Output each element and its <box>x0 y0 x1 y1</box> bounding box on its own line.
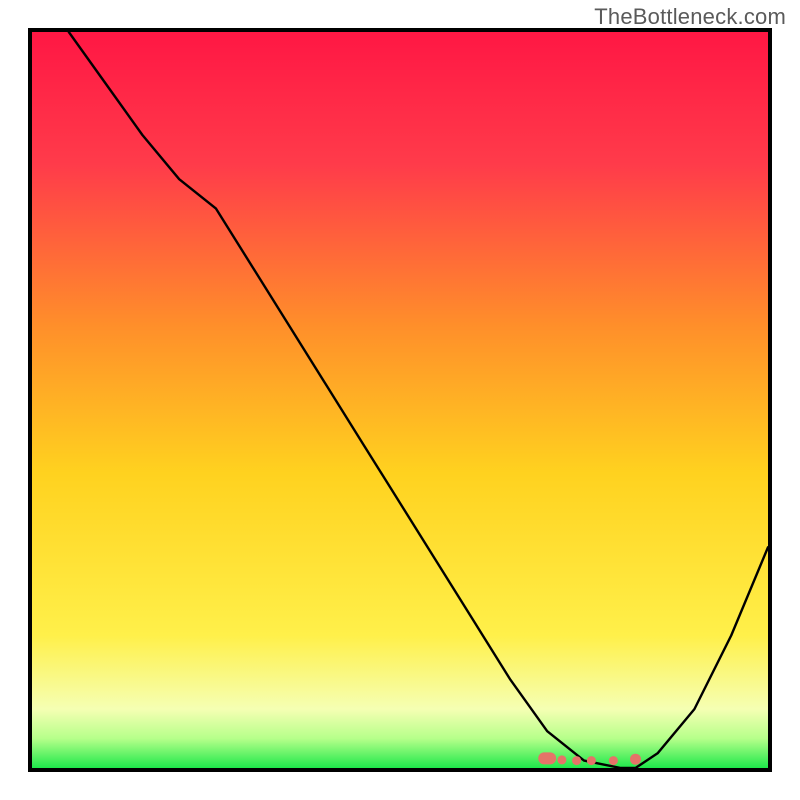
optimal-range-markers <box>538 752 641 765</box>
bottleneck-curve <box>32 32 768 768</box>
plot-area <box>28 28 772 772</box>
chart-frame: TheBottleneck.com <box>0 0 800 800</box>
watermark-text: TheBottleneck.com <box>594 4 786 30</box>
